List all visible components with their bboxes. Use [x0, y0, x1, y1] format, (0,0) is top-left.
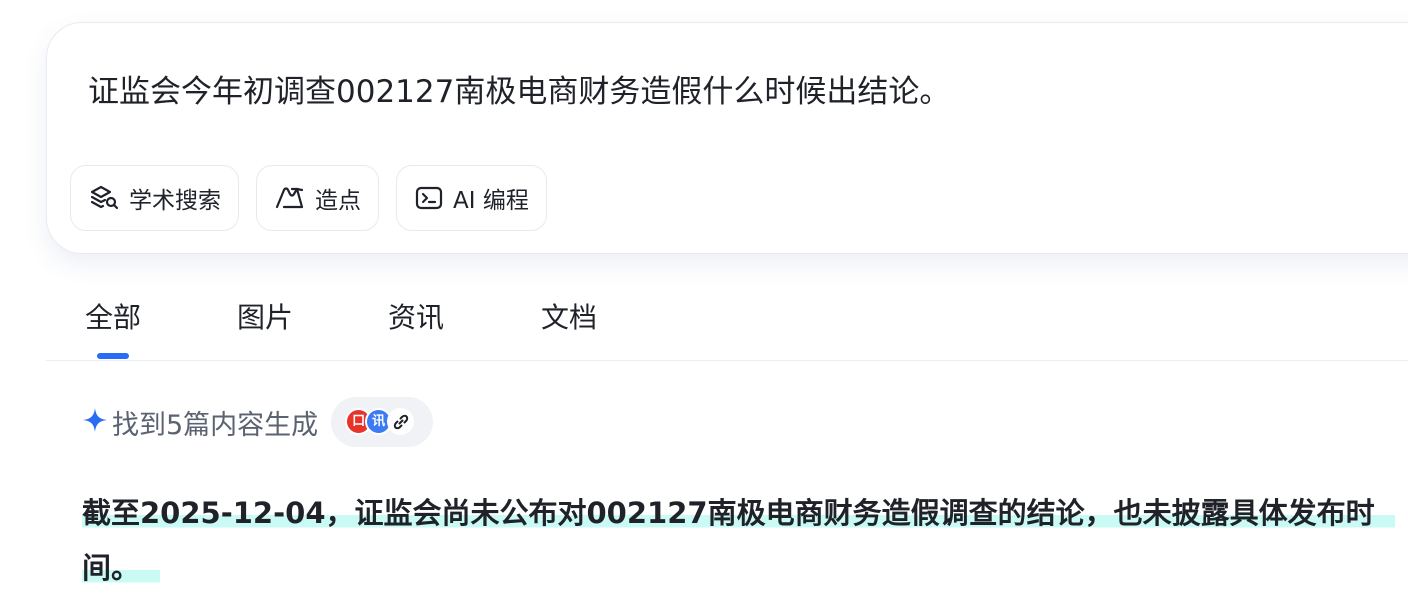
tab-all[interactable]: 全部	[85, 296, 141, 336]
tab-news[interactable]: 资讯	[388, 296, 444, 336]
active-tab-indicator	[97, 353, 129, 359]
answer-summary: 截至2025-12-04，证监会尚未公布对002127南极电商财务造假调查的结论…	[82, 486, 1402, 596]
academic-search-button[interactable]: 学术搜索	[70, 165, 239, 231]
sources-pill[interactable]: 口 讯	[331, 397, 434, 447]
create-point-icon	[275, 186, 305, 210]
tab-documents[interactable]: 文档	[541, 296, 597, 336]
answer-text: 截至2025-12-04，证监会尚未公布对002127南极电商财务造假调查的结论…	[82, 496, 1395, 585]
ai-coding-label: AI 编程	[453, 188, 529, 214]
create-point-label: 造点	[315, 188, 361, 214]
tab-images[interactable]: 图片	[237, 296, 293, 336]
sparkle-icon	[82, 407, 108, 437]
academic-search-icon	[89, 185, 119, 211]
found-sources-row: 找到5篇内容生成 口 讯	[82, 397, 434, 447]
result-tabs: 全部 图片 资讯 文档	[46, 290, 1408, 361]
query-card[interactable]: 证监会今年初调查002127南极电商财务造假什么时候出结论。 学术搜索 造点 A…	[46, 22, 1408, 254]
page: 证监会今年初调查002127南极电商财务造假什么时候出结论。 学术搜索 造点 A…	[0, 0, 1408, 606]
terminal-icon	[415, 186, 443, 210]
tool-bar: 学术搜索 造点 AI 编程	[70, 165, 547, 231]
found-count-text: 找到5篇内容生成	[112, 409, 319, 441]
create-point-button[interactable]: 造点	[256, 165, 379, 231]
academic-search-label: 学术搜索	[129, 188, 221, 214]
link-icon	[387, 408, 415, 435]
ai-coding-button[interactable]: AI 编程	[396, 165, 547, 231]
query-text[interactable]: 证监会今年初调查002127南极电商财务造假什么时候出结论。	[88, 66, 950, 111]
